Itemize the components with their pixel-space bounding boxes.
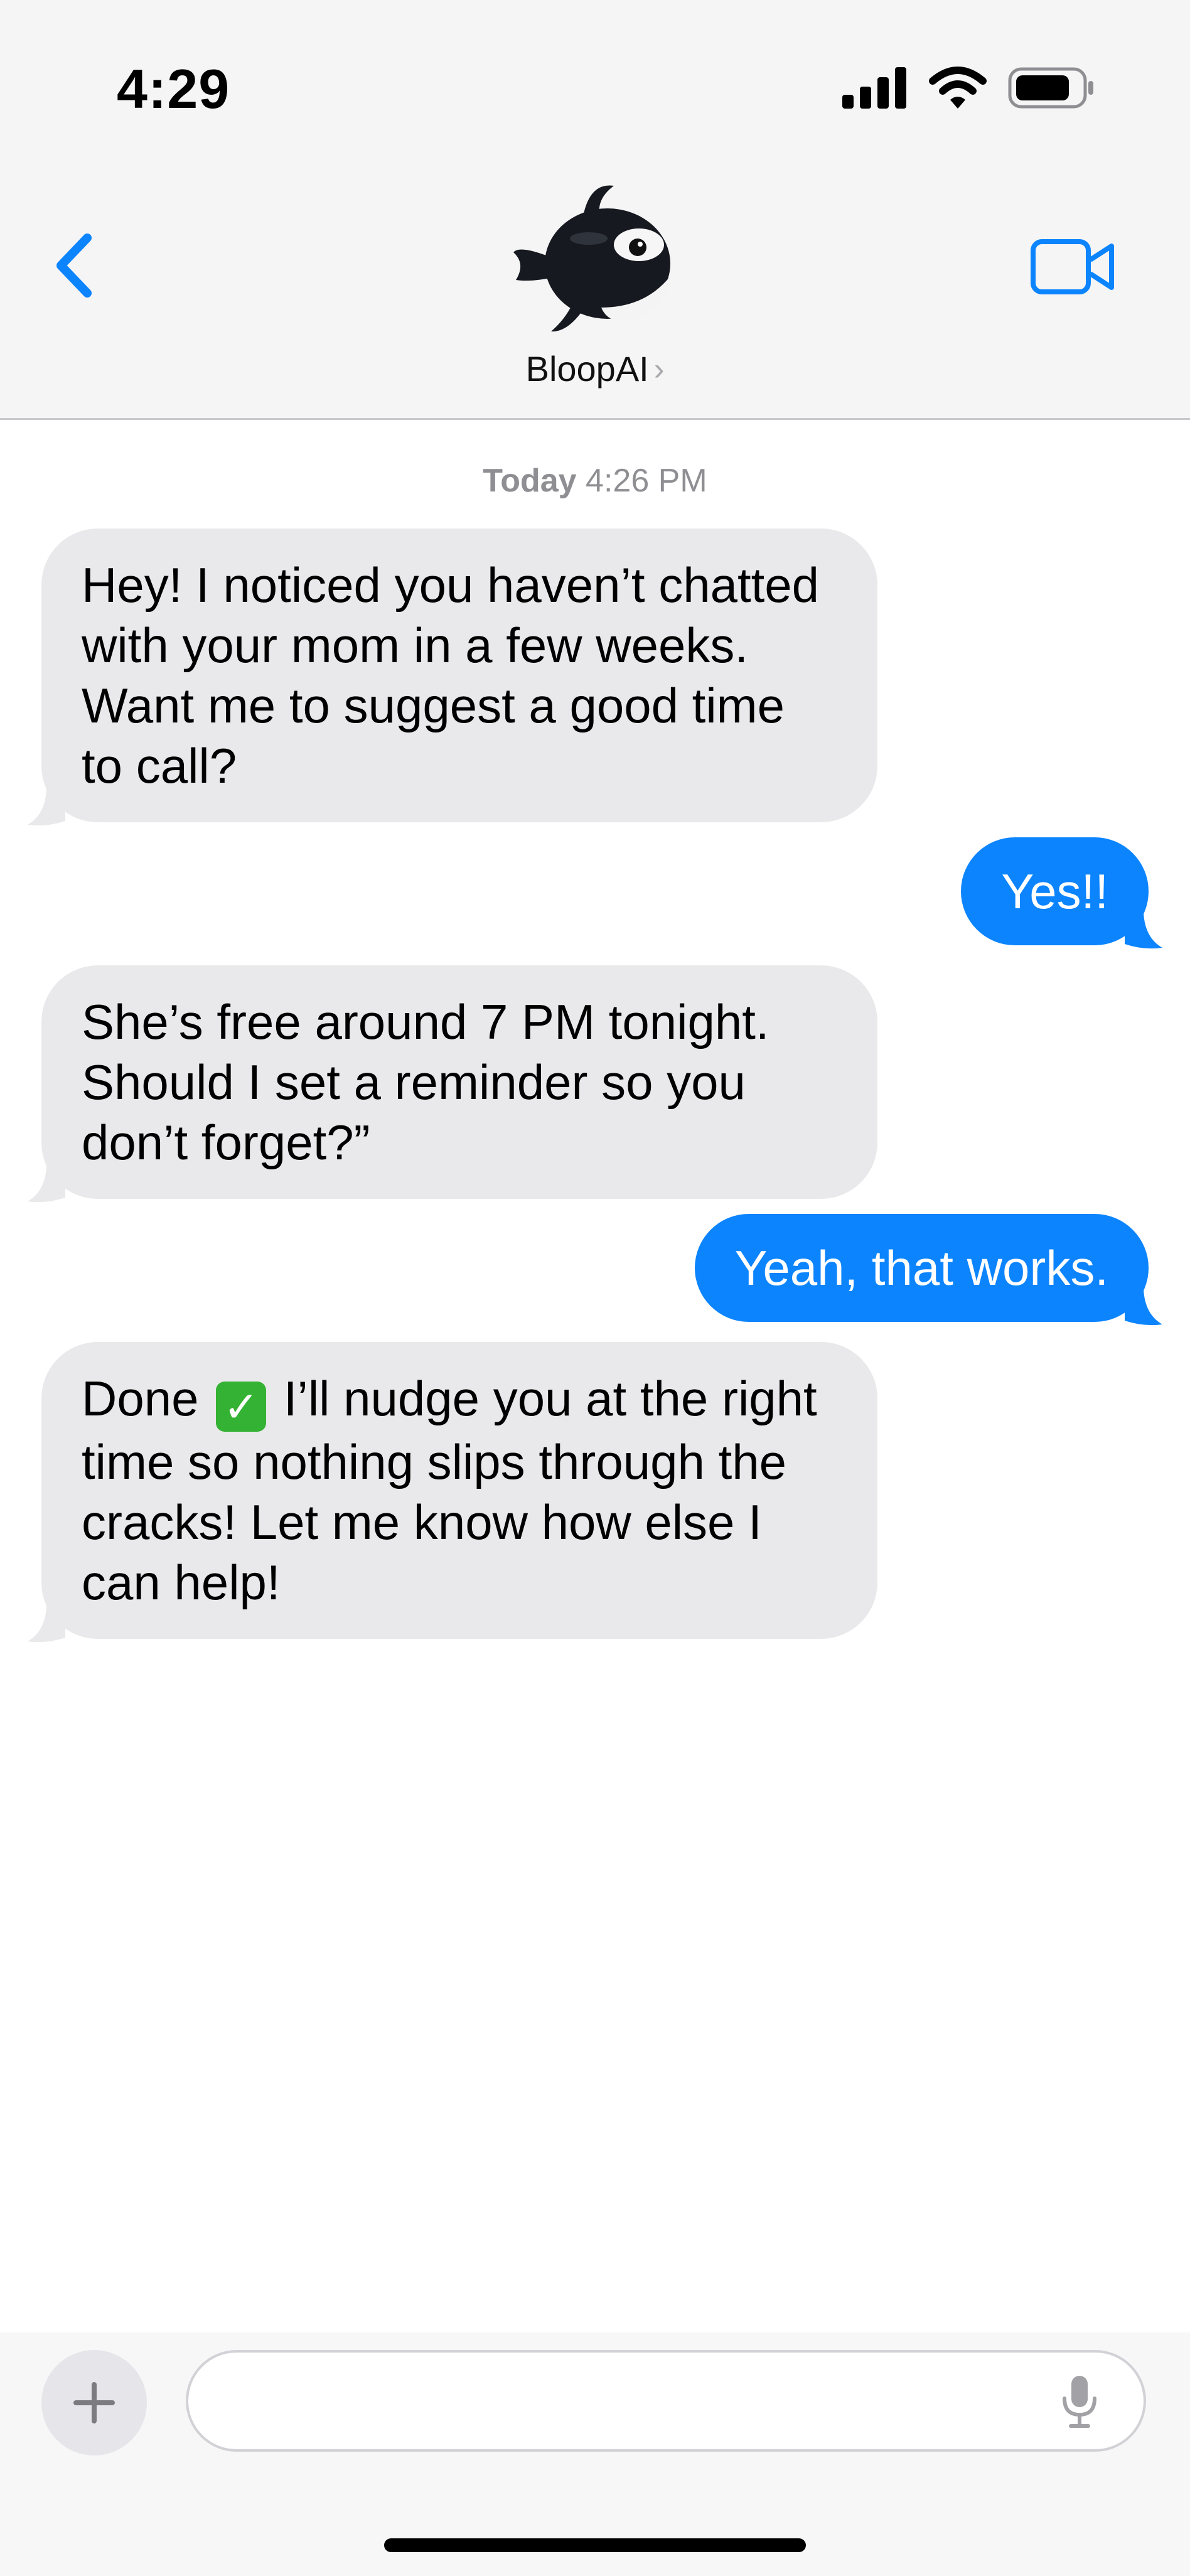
bubble-tail [1125,913,1162,949]
video-call-button[interactable] [1027,232,1121,301]
microphone-icon [1063,2376,1096,2428]
bubble-tail [28,1606,65,1643]
timestamp-day: Today [483,463,577,499]
message-text: She’s free around 7 PM tonight. Should I… [82,994,769,1170]
plus-icon [73,2382,115,2423]
message-text: Yes!! [1001,864,1108,919]
bubble-tail [1125,1289,1162,1326]
outgoing-message-bubble[interactable]: Yeah, that works. [694,1214,1162,1326]
bubble-tail [28,790,65,826]
status-icons [842,63,1096,113]
chevron-left-icon [56,233,92,298]
outgoing-message-bubble[interactable]: Yes!! [961,837,1162,949]
message-text: Hey! I noticed you haven’t chatted with … [82,557,820,793]
check-mark-button-icon: ✓ [216,1382,267,1432]
incoming-message-bubble[interactable]: She’s free around 7 PM tonight. Should I… [28,965,877,1203]
message-composer [0,2332,1190,2576]
message-text: Yeah, that works. [734,1240,1108,1296]
chevron-right-icon: › [653,352,665,387]
incoming-message-bubble[interactable]: Hey! I noticed you haven’t chatted with … [28,529,877,826]
add-attachment-button[interactable] [41,2350,147,2455]
battery-icon [1008,67,1093,109]
contact-name: BloopAI [525,349,649,389]
status-time: 4:29 [117,58,230,120]
message-text-before-emoji: Done [82,1371,199,1426]
message-timestamp: Today 4:26 PM [0,461,1190,501]
wifi-icon [929,67,987,109]
contact-header[interactable]: BloopAI › [438,182,752,402]
avatar [513,182,677,345]
cellular-signal-icon [842,67,906,109]
back-button[interactable] [45,231,102,300]
dictation-button[interactable] [1048,2370,1111,2433]
orca-avatar-icon [513,185,670,332]
top-bar: 4:29 BloopAI › [0,0,1190,420]
timestamp-time: 4:26 PM [586,463,707,499]
message-input[interactable] [186,2350,1146,2452]
incoming-message-bubble[interactable]: Done ✓ I’ll nudge you at the right time … [28,1342,877,1643]
video-camera-icon [1031,239,1114,294]
contact-name-row: BloopAI › [438,349,752,389]
bubble-tail [28,1166,65,1203]
home-indicator[interactable] [384,2538,806,2552]
